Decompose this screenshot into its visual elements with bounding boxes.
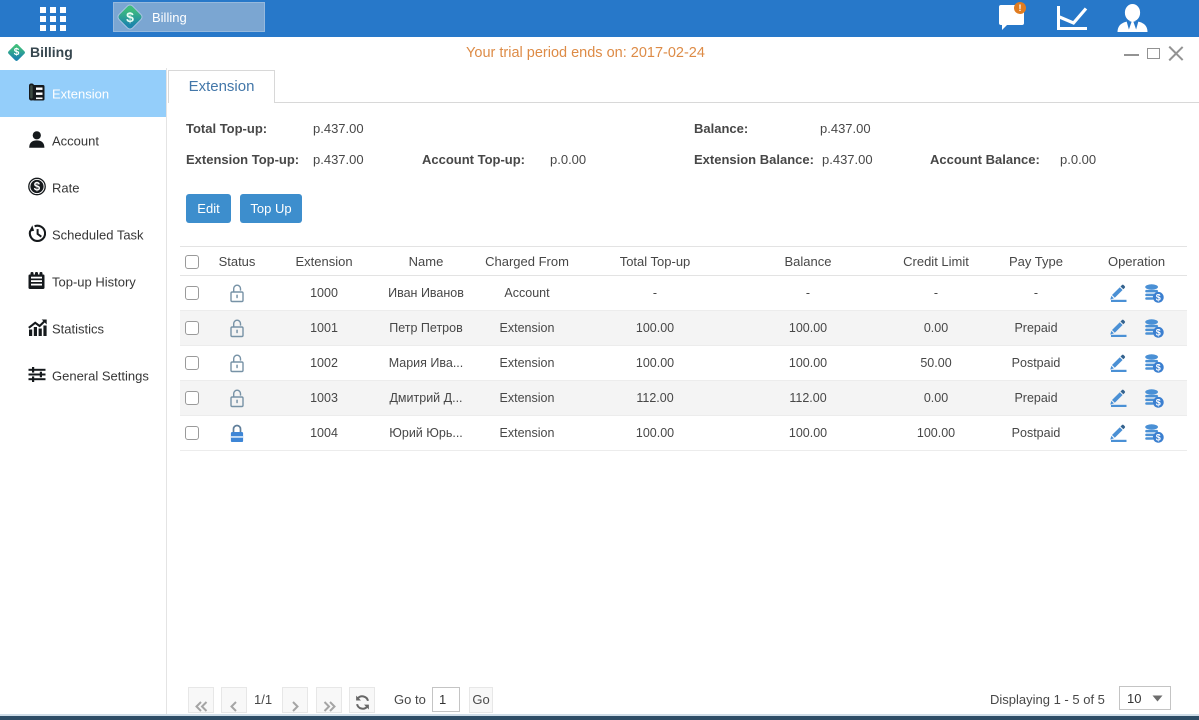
svg-text:$: $ <box>1156 432 1161 442</box>
svg-text:$: $ <box>1156 292 1161 302</box>
svg-text:$: $ <box>1156 397 1161 407</box>
svg-text:$: $ <box>1156 362 1161 372</box>
svg-text:$: $ <box>34 181 41 193</box>
svg-text:$: $ <box>1156 327 1161 337</box>
